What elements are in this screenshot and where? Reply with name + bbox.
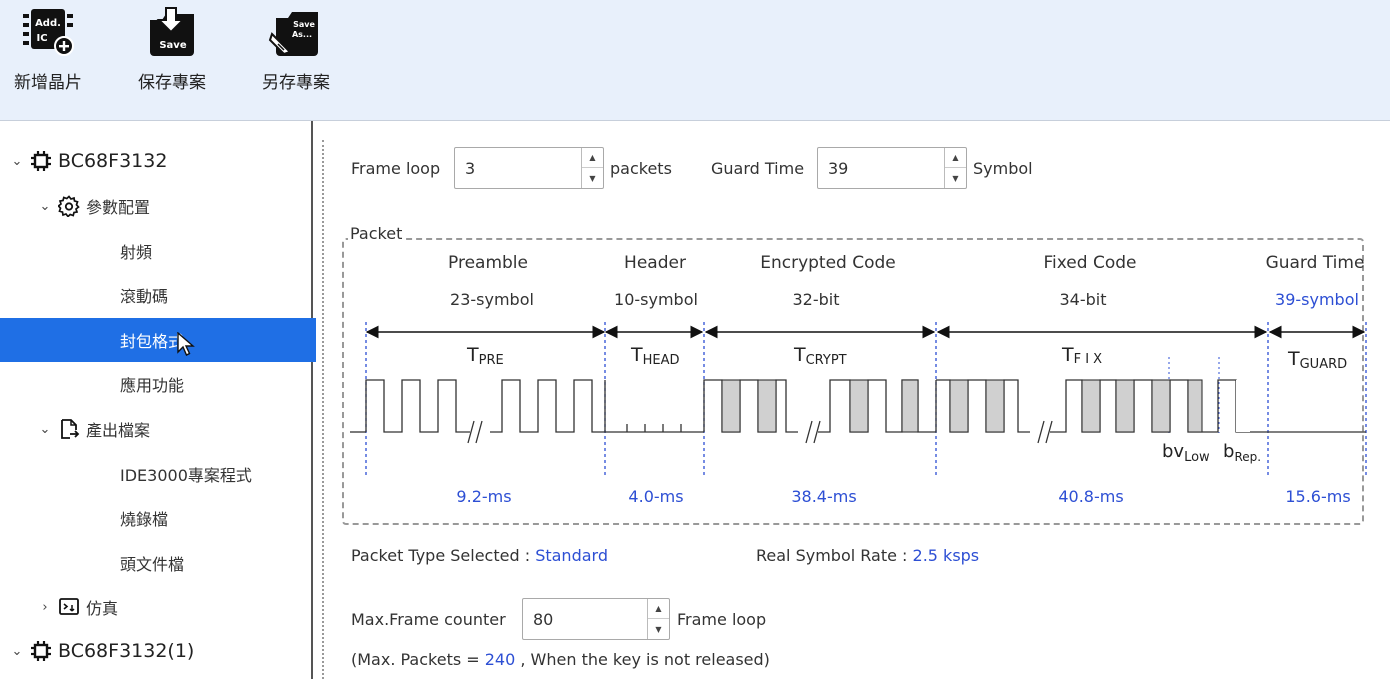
max-frame-counter-unit: Frame loop xyxy=(677,610,767,629)
tree-item-emulation[interactable]: › 仿真 xyxy=(0,585,316,629)
stepper-up-button[interactable]: ▲ xyxy=(648,599,669,619)
segment-name-encrypted-code: Encrypted Code xyxy=(760,253,896,273)
chevron-down-icon[interactable]: ⌄ xyxy=(10,154,24,169)
tree-item-label: 封包格式 xyxy=(120,332,185,351)
svg-text:Add.: Add. xyxy=(35,18,61,29)
duration-guard-time: 15.6-ms xyxy=(1285,487,1350,506)
tree-item-rolling-code[interactable]: 滾動碼 xyxy=(0,273,316,317)
tree-item-packet-format[interactable]: 封包格式 xyxy=(0,318,316,362)
save-project-label: 保存專案 xyxy=(138,73,206,93)
t-guard-label: TGUARD xyxy=(1287,348,1347,372)
tree-item-app-function[interactable]: 應用功能 xyxy=(0,362,316,406)
svg-text:Save: Save xyxy=(293,20,315,29)
segment-size-preamble: 23-symbol xyxy=(450,290,534,309)
save-project-button[interactable]: Save 保存專案 xyxy=(128,4,216,93)
chevron-down-icon[interactable]: ⌄ xyxy=(38,199,52,214)
save-as-project-button[interactable]: Save As... 另存專案 xyxy=(252,4,340,93)
packet-timing-diagram: Preamble Header Encrypted Code Fixed Cod… xyxy=(350,253,1367,506)
toolbar: Add. IC 新增晶片 Save 保存專案 Save As... 另存專案 xyxy=(0,0,1390,121)
segment-size-header: 10-symbol xyxy=(614,290,698,309)
save-as-project-label: 另存專案 xyxy=(262,73,330,93)
b-rep-label: bRep. xyxy=(1223,441,1261,464)
tree-item-label: 射頻 xyxy=(120,243,153,262)
tree-item-label: BC68F3132 xyxy=(58,150,168,172)
save-icon: Save xyxy=(150,7,194,56)
max-packets-value: 240 xyxy=(484,650,516,669)
svg-text:Save: Save xyxy=(159,40,186,51)
tree-item-label: 產出檔案 xyxy=(86,421,151,440)
t-crypt-label: TCRYPT xyxy=(793,344,847,368)
bv-low-label: bvLow xyxy=(1162,441,1210,465)
packet-type-row: Packet Type Selected : Standard xyxy=(351,546,608,565)
tree-item-chip-2[interactable]: ⌄ BC68F3132(1) xyxy=(0,629,316,673)
tree-item-rf[interactable]: 射頻 xyxy=(0,229,316,273)
tree-item-ide3000-project[interactable]: IDE3000專案程式 xyxy=(0,452,316,496)
stepper-down-button[interactable]: ▼ xyxy=(648,619,669,639)
segment-size-guard-time: 39-symbol xyxy=(1275,290,1359,309)
bit-fill-cells xyxy=(721,379,1250,433)
mouse-cursor-icon xyxy=(177,332,195,356)
duration-encrypted-code: 38.4-ms xyxy=(791,487,856,506)
packet-format-panel: Frame loop 3 ▲ ▼ packets Guard Time 39 ▲… xyxy=(330,121,1390,679)
max-packets-suffix: , When the key is not released) xyxy=(515,650,770,669)
symbol-rate-value: 2.5 ksps xyxy=(912,546,980,565)
chevron-down-icon[interactable]: ⌄ xyxy=(10,644,24,659)
t-pre-label: TPRE xyxy=(466,344,504,368)
tree-item-label: 燒錄檔 xyxy=(120,510,169,529)
max-packets-note: (Max. Packets = 240 , When the key is no… xyxy=(351,650,770,669)
segment-name-guard-time: Guard Time xyxy=(1266,253,1365,273)
tree-item-label: 仿真 xyxy=(86,599,119,618)
add-chip-button[interactable]: Add. IC 新增晶片 xyxy=(4,4,92,93)
segment-size-fixed-code: 34-bit xyxy=(1059,290,1106,309)
tree-item-burn-file[interactable]: 燒錄檔 xyxy=(0,496,316,540)
tree-item-chip[interactable]: ⌄ BC68F3132 xyxy=(0,139,316,183)
segment-name-fixed-code: Fixed Code xyxy=(1044,253,1137,273)
max-frame-counter-value[interactable]: 80 xyxy=(533,610,553,629)
t-head-label: THEAD xyxy=(630,344,680,368)
max-packets-prefix: (Max. Packets = xyxy=(351,650,485,669)
svg-text:IC: IC xyxy=(36,33,47,44)
tree-item-label: 頭文件檔 xyxy=(120,555,185,574)
segment-size-encrypted-code: 32-bit xyxy=(792,290,839,309)
t-fix-label: TF I X xyxy=(1061,344,1102,367)
project-tree: ⌄ BC68F3132 ⌄ 參數配置 射頻 滾動碼 封包格式 應用功能 ⌄ 產出… xyxy=(0,121,316,679)
chip-icon xyxy=(31,151,51,171)
segment-name-preamble: Preamble xyxy=(448,253,528,273)
duration-header: 4.0-ms xyxy=(628,487,683,506)
chevron-right-icon[interactable]: › xyxy=(38,600,52,615)
tree-item-header-file[interactable]: 頭文件檔 xyxy=(0,541,316,585)
gear-icon xyxy=(58,195,80,217)
tree-item-params[interactable]: ⌄ 參數配置 xyxy=(0,184,316,228)
tree-item-label: 應用功能 xyxy=(120,376,185,395)
add-ic-icon: Add. IC xyxy=(23,9,74,56)
panel-divider xyxy=(322,140,324,679)
tree-item-label: BC68F3132(1) xyxy=(58,640,195,662)
tree-item-output-files[interactable]: ⌄ 產出檔案 xyxy=(0,407,316,451)
segment-name-header: Header xyxy=(624,253,686,273)
tree-item-label: 滾動碼 xyxy=(120,287,169,306)
max-frame-counter-label: Max.Frame counter xyxy=(351,610,506,629)
tree-item-label: 參數配置 xyxy=(86,198,151,217)
chip-icon xyxy=(31,641,51,661)
save-as-icon: Save As... xyxy=(268,12,318,56)
symbol-rate-label: Real Symbol Rate : xyxy=(756,546,913,565)
packet-type-label: Packet Type Selected : xyxy=(351,546,536,565)
symbol-rate-row: Real Symbol Rate : 2.5 ksps xyxy=(756,546,979,565)
duration-fixed-code: 40.8-ms xyxy=(1058,487,1123,506)
max-frame-counter-stepper[interactable]: 80 ▲ ▼ xyxy=(522,598,670,640)
add-chip-label: 新增晶片 xyxy=(14,73,82,93)
duration-preamble: 9.2-ms xyxy=(456,487,511,506)
tree-item-label: IDE3000專案程式 xyxy=(120,466,252,485)
emulator-icon xyxy=(59,598,79,615)
packet-type-value: Standard xyxy=(535,546,608,565)
svg-text:As...: As... xyxy=(292,30,312,39)
export-file-icon xyxy=(61,419,80,439)
chevron-down-icon[interactable]: ⌄ xyxy=(38,422,52,437)
